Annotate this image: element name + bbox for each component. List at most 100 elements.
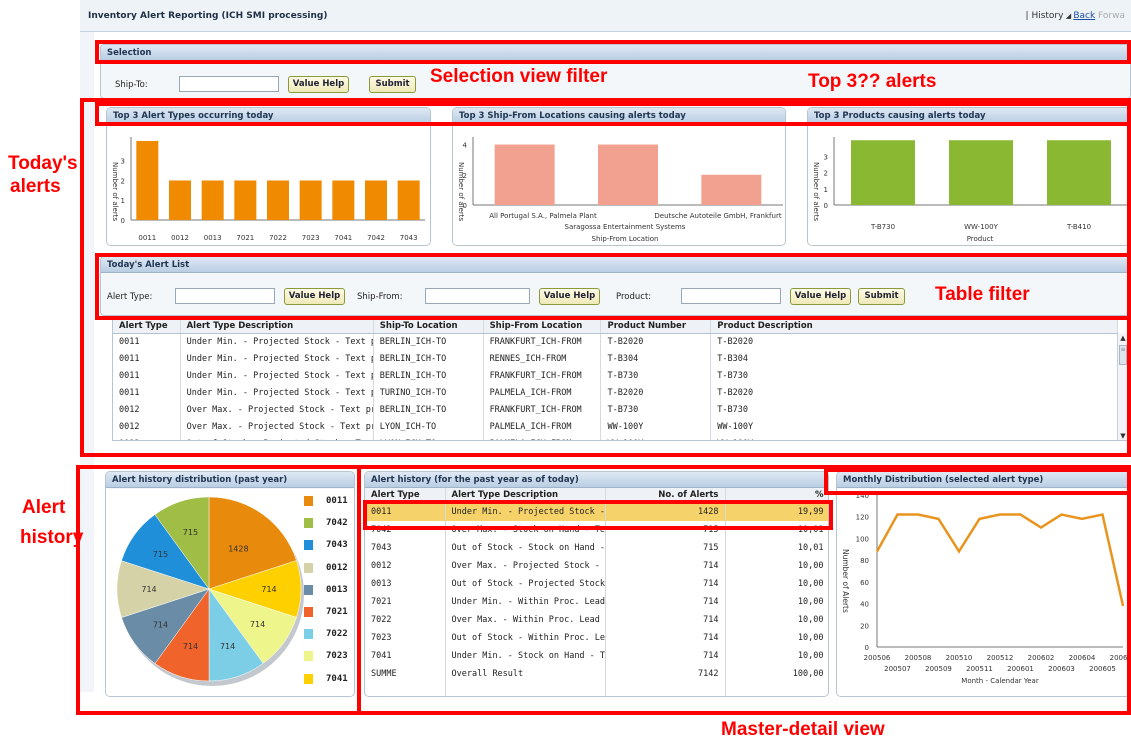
top3-products-title: Top 3 Products causing alerts today <box>808 108 1130 124</box>
selection-submit-button[interactable]: Submit <box>369 76 416 93</box>
product-value-help-button[interactable]: Value Help <box>790 288 851 305</box>
bar <box>299 180 322 220</box>
alert-list-table: Alert Type Alert Type Description Ship-To … <box>113 319 1118 440</box>
bar <box>201 180 224 220</box>
y-tick-label: 1 <box>121 197 125 205</box>
column-header[interactable]: Alert Type <box>365 488 446 503</box>
table-cell: 714 <box>605 556 726 575</box>
alert-list-table-wrapper: Alert Type Alert Type Description Ship-To … <box>112 318 1129 441</box>
table-row[interactable]: 0012 Over Max. - Projected Stock - Text p… <box>113 418 1118 436</box>
scroll-down-icon[interactable]: ▼ <box>1118 431 1128 440</box>
table-row[interactable]: 0011 Under Min. - Projected Stock - Text … <box>113 367 1118 385</box>
legend-item: 7042 <box>304 512 348 534</box>
table-cell: RENNES_ICH-FROM <box>483 350 602 368</box>
table-row[interactable]: 7023 Out of Stock - Within Proc. Lead 714 1… <box>365 628 828 647</box>
legend-swatch <box>304 562 313 573</box>
column-header[interactable]: % <box>725 488 828 503</box>
table-cell: Under Min. - Within Proc. Lead T <box>445 592 606 611</box>
table-row[interactable]: 0012 Over Max. - Projected Stock - Text p… <box>113 401 1118 419</box>
column-header[interactable]: Product Description <box>710 319 1118 334</box>
alert-type-input[interactable] <box>175 288 275 304</box>
column-header[interactable]: Alert Type Description <box>445 488 606 503</box>
legend-label: 0012 <box>326 562 348 573</box>
x-tick-label: 200601 <box>1007 665 1034 673</box>
table-row[interactable]: 0013Out of Stock - Projected Stock - Tex… <box>113 435 1118 440</box>
table-cell: 7023 <box>365 628 446 647</box>
shipto-input[interactable] <box>179 76 279 92</box>
table-row[interactable]: 7043 Out of Stock - Stock on Hand -715 10,… <box>365 538 828 557</box>
table-scrollbar[interactable]: ▲ ≡ ▼ <box>1117 333 1128 440</box>
empty-cell <box>365 682 446 696</box>
alert-type-value-help-button[interactable]: Value Help <box>284 288 345 305</box>
column-header[interactable]: Alert Type <box>113 319 181 334</box>
column-header[interactable]: Ship-From Location <box>483 319 602 334</box>
y-tick-label: 2 <box>121 177 125 185</box>
x-tick-label: 7042 <box>367 234 385 242</box>
column-header[interactable]: No. of Alerts <box>605 488 726 503</box>
table-cell: 10,00 <box>725 556 828 575</box>
table-cell: Out of Stock - Within Proc. Lead <box>445 628 606 647</box>
table-cell: T-B2020 <box>600 384 712 402</box>
table-cell: BERLIN_ICH-TO <box>373 350 484 368</box>
history-dropdown-icon[interactable]: ◢ <box>1063 12 1073 20</box>
table-row[interactable]: 7042 Over Max. - Stock on Hand - Te 715 10,… <box>365 520 828 539</box>
table-row[interactable]: 0013 Out of Stock - Projected Stock -714 1… <box>365 574 828 593</box>
table-row[interactable]: SUMME Overall Result 7142 100,00 <box>365 664 828 683</box>
y-tick-label: 4 <box>463 142 468 150</box>
x-tick-label: 200605 <box>1089 665 1116 673</box>
app-title: Inventory Alert Reporting (ICH SMI proce… <box>88 11 328 21</box>
table-row[interactable]: 7041 Under Min. - Stock on Hand - Te 714 10… <box>365 646 828 665</box>
table-row[interactable]: 0012 Over Max. - Projected Stock - Te 714 1… <box>365 556 828 575</box>
x-tick-label: 200511 <box>966 665 993 673</box>
x-tick-label: WW-100Y <box>964 223 998 231</box>
empty-cell <box>445 682 606 696</box>
table-cell: WW-100Y <box>710 418 1118 436</box>
x-tick-label: 200508 <box>905 654 932 662</box>
table-row[interactable]: 0011 Under Min. - Projected Stock - Text … <box>113 333 1118 351</box>
x-tick-label: All Portugal S.A., Palmela Plant <box>489 212 597 220</box>
y-tick-label: 40 <box>860 601 869 609</box>
history-link[interactable]: History <box>1031 11 1063 21</box>
table-cell: Under Min. - Projected Stock - Text pro <box>180 367 374 385</box>
y-tick-label: 80 <box>860 557 869 565</box>
table-cell: WW-100Y <box>600 418 712 436</box>
table-cell: Over Max. - Within Proc. Lead Ti <box>445 610 606 629</box>
forward-link[interactable]: Forwa <box>1098 11 1125 21</box>
monthly-point <box>937 518 940 520</box>
column-header[interactable]: Ship-To Location <box>373 319 484 334</box>
scroll-thumb[interactable]: ≡ <box>1119 345 1127 365</box>
table-cell: 10,00 <box>725 628 828 647</box>
table-row[interactable]: 7021 Under Min. - Within Proc. Lead T 714 1… <box>365 592 828 611</box>
selected-table-row[interactable]: 0011 Under Min. - Projected Stock - Te 142… <box>365 502 828 521</box>
shipfrom-input[interactable] <box>425 288 530 304</box>
table-cell: 7042 <box>365 520 446 539</box>
y-tick-label: 20 <box>860 622 869 630</box>
product-input[interactable] <box>681 288 781 304</box>
table-row[interactable]: 7022 Over Max. - Within Proc. Lead Ti 714 1… <box>365 610 828 629</box>
table-cell: 1428 <box>605 502 726 521</box>
y-tick-label: 1 <box>824 186 828 194</box>
shipfrom-value-help-button[interactable]: Value Help <box>539 288 600 305</box>
scroll-up-icon[interactable]: ▲ <box>1118 333 1128 343</box>
shipto-value-help-button[interactable]: Value Help <box>288 76 349 93</box>
legend-item: 7023 <box>304 645 348 667</box>
annotation-todays-line2: alerts <box>10 176 61 197</box>
bar <box>598 144 658 205</box>
monthly-panel: Monthly Distribution (selected alert typ… <box>836 471 1131 697</box>
legend-swatch <box>304 496 313 506</box>
legend-item: 7022 <box>304 623 348 645</box>
table-row[interactable]: 0011 Under Min. - Projected Stock - Text … <box>113 384 1118 402</box>
x-axis-title: Alert Type <box>260 245 295 246</box>
alert-list-submit-button[interactable]: Submit <box>858 288 905 305</box>
table-row[interactable]: 0011 Under Min. - Projected Stock - Text … <box>113 350 1118 368</box>
table-cell: Out of Stock - Stock on Hand - <box>445 538 606 557</box>
table-cell: Over Max. - Projected Stock - Te <box>445 556 606 575</box>
table-cell: BERLIN_ICH-TO <box>373 401 484 419</box>
monthly-point <box>876 550 878 553</box>
back-link[interactable]: Back <box>1073 11 1095 21</box>
column-header[interactable]: Alert Type Description <box>180 319 374 334</box>
annotation-alert-line2: history <box>20 527 84 548</box>
table-cell: PALMELA_ICH-FROM <box>483 435 602 440</box>
column-header[interactable]: Product Number <box>600 319 712 334</box>
table-cell: 0011 <box>365 502 446 521</box>
